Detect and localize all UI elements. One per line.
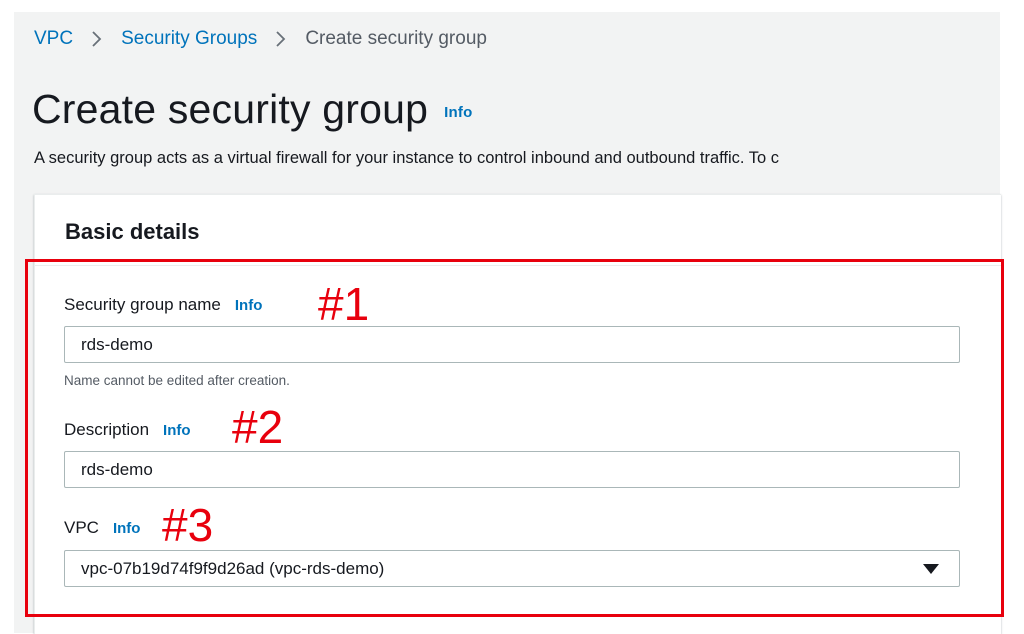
chevron-right-icon — [91, 30, 103, 48]
caret-down-icon — [923, 563, 939, 574]
page-title-text: Create security group — [32, 86, 429, 132]
breadcrumb-vpc-link[interactable]: VPC — [34, 28, 73, 50]
annotation-3: #3 — [162, 499, 214, 551]
breadcrumb-security-groups-link[interactable]: Security Groups — [121, 28, 257, 50]
security-group-name-label: Security group name Info — [64, 295, 262, 315]
vpc-label-text: VPC — [64, 518, 99, 537]
description-input[interactable] — [64, 451, 960, 488]
vpc-select-value: vpc-07b19d74f9f9d26ad (vpc-rds-demo) — [81, 558, 385, 578]
chevron-right-icon — [275, 30, 287, 48]
description-label: Description Info — [64, 420, 191, 440]
breadcrumb: VPC Security Groups Create security grou… — [34, 28, 487, 50]
security-group-name-info-link[interactable]: Info — [235, 297, 263, 314]
panel-divider — [35, 265, 1001, 266]
basic-details-heading: Basic details — [65, 219, 200, 244]
breadcrumb-current-page: Create security group — [305, 28, 487, 49]
security-group-name-label-text: Security group name — [64, 295, 221, 314]
description-label-text: Description — [64, 420, 150, 439]
vpc-label: VPC Info — [64, 518, 140, 538]
annotation-2: #2 — [232, 401, 284, 453]
page-description: A security group acts as a virtual firew… — [34, 149, 780, 167]
name-constraint-text: Name cannot be edited after creation. — [64, 373, 290, 388]
description-info-link[interactable]: Info — [163, 422, 191, 439]
vpc-select[interactable]: vpc-07b19d74f9f9d26ad (vpc-rds-demo) — [64, 550, 960, 587]
security-group-name-input[interactable] — [64, 326, 960, 363]
annotation-1: #1 — [318, 278, 370, 330]
page-title: Create security group Info — [32, 86, 472, 133]
page-info-link[interactable]: Info — [444, 104, 472, 121]
vpc-info-link[interactable]: Info — [113, 520, 141, 537]
